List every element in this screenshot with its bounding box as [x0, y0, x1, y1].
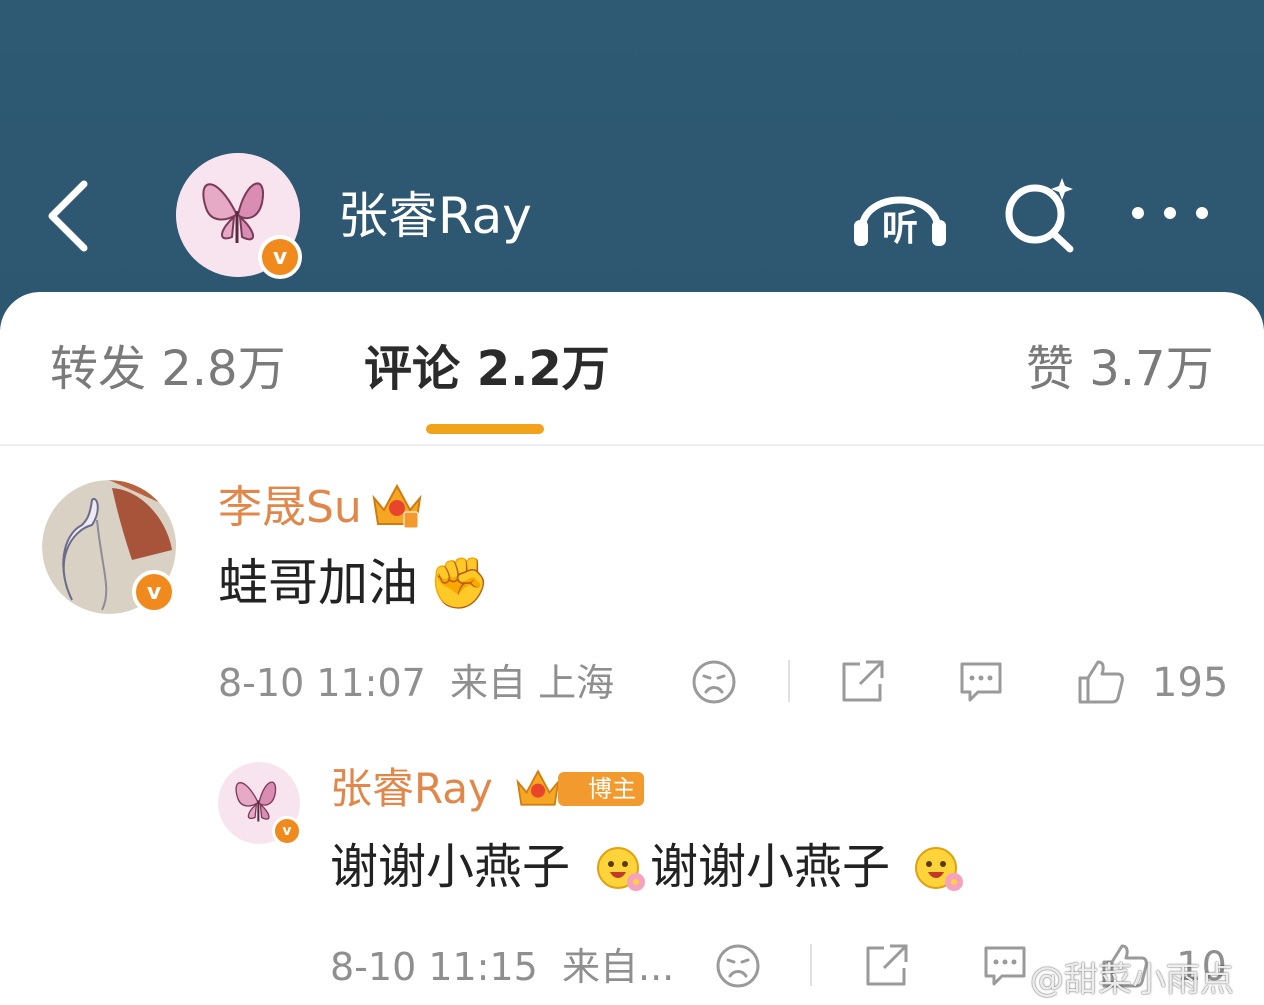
author-badge: 博主 [558, 772, 644, 806]
listen-headphones-icon[interactable]: 听 [852, 180, 948, 248]
active-tab-indicator [426, 424, 544, 434]
reply-comment-icon[interactable] [980, 942, 1030, 990]
comment-time: 8-10 11:07 [218, 661, 426, 705]
verified-badge-icon: v [132, 570, 176, 614]
watermark: @甜菜小雨点 [1030, 960, 1234, 1000]
dislike-face-icon[interactable] [714, 942, 762, 990]
page-title: 张睿Ray [338, 187, 532, 245]
top-bar [0, 0, 1264, 330]
comment-text: 蛙哥加油 [218, 554, 418, 612]
divider [0, 444, 1264, 446]
tab-likes[interactable]: 赞 3.7万 [1026, 338, 1214, 400]
crown-member-icon [516, 769, 560, 806]
listen-label: 听 [882, 208, 918, 248]
crown-member-icon [372, 483, 422, 529]
verified-badge-icon: v [258, 235, 302, 279]
like-thumb-icon[interactable] [1076, 656, 1126, 706]
share-icon[interactable] [838, 658, 886, 706]
reply-username[interactable]: 张睿Ray [330, 762, 493, 816]
reply-time: 8-10 11:15 [330, 945, 538, 989]
commenter-username[interactable]: 李晟Su [218, 480, 362, 536]
reply-text: 谢谢小燕子 [330, 839, 571, 895]
tab-repost[interactable]: 转发 2.8万 [50, 338, 286, 400]
search-icon[interactable] [1000, 174, 1080, 254]
reply-comment-icon[interactable] [956, 658, 1006, 706]
reply-text-repeat: 谢谢小燕子 [650, 839, 891, 895]
like-count: 195 [1152, 660, 1229, 706]
tab-comments[interactable]: 评论 2.2万 [364, 338, 610, 400]
dislike-face-icon[interactable] [690, 658, 738, 706]
happy-flower-emoji-icon [915, 847, 963, 891]
verified-badge-icon: v [272, 816, 302, 846]
fist-emoji: ✊ [428, 554, 491, 612]
happy-flower-emoji-icon [597, 847, 645, 891]
reply-avatar[interactable]: v [218, 762, 302, 846]
author-avatar[interactable]: v [176, 153, 302, 279]
action-separator [810, 944, 812, 986]
commenter-avatar[interactable]: v [42, 480, 176, 614]
reply-location: 来自... [562, 945, 675, 989]
more-icon[interactable] [1130, 200, 1210, 226]
share-icon[interactable] [862, 942, 910, 990]
comment-location: 来自 上海 [450, 661, 615, 705]
action-separator [788, 660, 790, 702]
back-arrow-icon[interactable] [44, 178, 94, 254]
